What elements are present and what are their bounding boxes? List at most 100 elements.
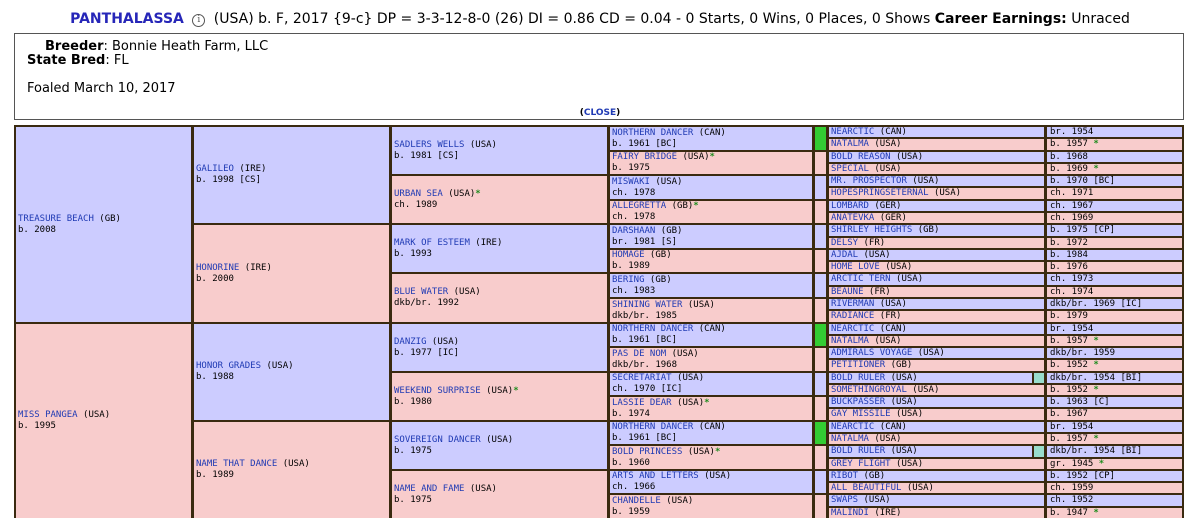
horse-link[interactable]: LASSIE DEAR bbox=[612, 398, 672, 408]
horse-link[interactable]: BERING bbox=[612, 275, 645, 285]
horse-link[interactable]: PAS DE NOM bbox=[612, 349, 666, 359]
close-link[interactable]: CLOSE bbox=[584, 108, 616, 118]
pedigree-gen5-cell: GAY MISSILE (USA) bbox=[829, 409, 1044, 420]
country-code: (USA) bbox=[874, 299, 907, 309]
horse-link[interactable]: BUCKPASSER bbox=[831, 397, 885, 407]
country-code: (USA) bbox=[480, 386, 514, 396]
horse-link[interactable]: BOLD PRINCESS bbox=[612, 447, 682, 457]
pedigree-gen4-cell: NORTHERN DANCER (CAN) b. 1961 [BC] bbox=[610, 324, 812, 346]
horse-link[interactable]: MISWAKI bbox=[612, 177, 650, 187]
horse-link[interactable]: ALL BEAUTIFUL bbox=[831, 483, 901, 493]
horse-link[interactable]: BOLD RULER bbox=[831, 373, 885, 383]
horse-link[interactable]: BEAUNE bbox=[831, 287, 864, 297]
pedigree-gen4-cell: SECRETARIAT (USA) ch. 1970 [IC] bbox=[610, 373, 812, 395]
horse-link[interactable]: NEARCTIC bbox=[831, 422, 874, 432]
horse-link[interactable]: GALILEO bbox=[196, 164, 234, 174]
horse-link[interactable]: NORTHERN DANCER bbox=[612, 422, 693, 432]
horse-link[interactable]: HONORINE bbox=[196, 263, 239, 273]
horse-foaling-info: ch. 1989 bbox=[394, 200, 438, 210]
horse-link[interactable]: SOMETHINGROYAL bbox=[831, 385, 907, 395]
horse-link[interactable]: SPECIAL bbox=[831, 164, 869, 174]
horse-link[interactable]: MISS PANGEA bbox=[18, 410, 78, 420]
horse-link[interactable]: CHANDELLE bbox=[612, 496, 661, 506]
star-icon: * bbox=[709, 152, 715, 162]
horse-link[interactable]: MARK OF ESTEEM bbox=[394, 238, 470, 248]
country-code: (USA) bbox=[890, 152, 924, 162]
horse-link[interactable]: BOLD REASON bbox=[831, 152, 891, 162]
pedigree-gen4-cell: CHANDELLE (USA) b. 1959 bbox=[610, 495, 812, 518]
horse-link[interactable]: BOLD RULER bbox=[831, 446, 885, 456]
foaling-year-cell: br. 1954 bbox=[1047, 324, 1182, 334]
pedigree-gen3-cell: MARK OF ESTEEM (IRE) b. 1993 bbox=[392, 225, 607, 272]
foaling-year: dkb/br. 1954 [BI] bbox=[1050, 373, 1143, 383]
country-code: (USA) bbox=[426, 337, 460, 347]
horse-link[interactable]: SHINING WATER bbox=[612, 300, 682, 310]
horse-name-link[interactable]: PANTHALASSA bbox=[70, 11, 184, 27]
horse-link[interactable]: BLUE WATER bbox=[394, 287, 448, 297]
horse-link[interactable]: DELSY bbox=[831, 238, 858, 248]
earnings-label: Career Earnings: bbox=[934, 11, 1067, 27]
horse-link[interactable]: PETITIONER bbox=[831, 360, 885, 370]
horse-link[interactable]: NAME THAT DANCE bbox=[196, 459, 277, 469]
horse-link[interactable]: SECRETARIAT bbox=[612, 373, 672, 383]
foaling-year-cell: b. 1970 [BC] bbox=[1047, 176, 1182, 186]
horse-link[interactable]: NEARCTIC bbox=[831, 324, 874, 334]
horse-link[interactable]: NORTHERN DANCER bbox=[612, 324, 693, 334]
pedigree-gen1-cell: MISS PANGEA (USA) b. 1995 bbox=[16, 324, 191, 518]
horse-link[interactable]: AJDAL bbox=[831, 250, 858, 260]
pedigree-gen5-cell: BOLD RULER (USA) bbox=[829, 373, 1032, 383]
horse-link[interactable]: ADMIRALS VOYAGE bbox=[831, 348, 912, 358]
horse-link[interactable]: ARCTIC TERN bbox=[831, 274, 891, 284]
horse-link[interactable]: NATALMA bbox=[831, 434, 869, 444]
foaling-year-cell: ch. 1971 bbox=[1047, 188, 1182, 199]
horse-link[interactable]: LOMBARD bbox=[831, 201, 869, 211]
horse-link[interactable]: HOPESPRINGSETERNAL bbox=[831, 188, 929, 198]
horse-link[interactable]: RIBOT bbox=[831, 471, 858, 481]
horse-link[interactable]: HOME LOVE bbox=[831, 262, 880, 272]
horse-link[interactable]: MALINDI bbox=[831, 508, 869, 518]
horse-link[interactable]: SHIRLEY HEIGHTS bbox=[831, 225, 912, 235]
pedigree-gen4-cell: DARSHAAN (GB) br. 1981 [S] bbox=[610, 225, 812, 248]
info-icon[interactable]: i bbox=[192, 14, 206, 27]
horse-link[interactable]: SADLERS WELLS bbox=[394, 140, 464, 150]
foaling-year-cell: dkb/br. 1954 [BI] bbox=[1047, 373, 1182, 383]
star-icon: * bbox=[1087, 164, 1099, 174]
horse-link[interactable]: MR. PROSPECTOR bbox=[831, 176, 907, 186]
horse-link[interactable]: NORTHERN DANCER bbox=[612, 128, 693, 138]
horse-link[interactable]: URBAN SEA bbox=[394, 189, 443, 199]
horse-link[interactable]: GAY MISSILE bbox=[831, 409, 891, 419]
horse-link[interactable]: ANATEVKA bbox=[831, 213, 874, 223]
horse-foaling-info: ch. 1970 [IC] bbox=[612, 384, 683, 394]
country-code: (FR) bbox=[874, 311, 902, 321]
horse-link[interactable]: TREASURE BEACH bbox=[18, 214, 94, 224]
horse-link[interactable]: HONOR GRADES bbox=[196, 361, 261, 371]
foaling-year-cell: b. 1952 * bbox=[1047, 385, 1182, 395]
horse-link[interactable]: NATALMA bbox=[831, 336, 869, 346]
horse-link[interactable]: HOMAGE bbox=[612, 250, 645, 260]
country-code: (USA) bbox=[890, 459, 924, 469]
horse-link[interactable]: NAME AND FAME bbox=[394, 484, 464, 494]
horse-link[interactable]: RIVERMAN bbox=[831, 299, 874, 309]
pedigree-gen5-cell: NATALMA (USA) bbox=[829, 336, 1044, 346]
foaling-year: br. 1954 bbox=[1050, 324, 1094, 334]
breeder-row: Breeder: Bonnie Heath Farm, LLC bbox=[45, 39, 268, 54]
horse-link[interactable]: ARTS AND LETTERS bbox=[612, 471, 699, 481]
foaling-year: ch. 1959 bbox=[1050, 483, 1094, 493]
foaling-year-cell: b. 1976 bbox=[1047, 262, 1182, 272]
horse-link[interactable]: ALLEGRETTA bbox=[612, 201, 666, 211]
horse-link[interactable]: SOVEREIGN DANCER bbox=[394, 435, 481, 445]
country-code: (CAN) bbox=[693, 422, 726, 432]
horse-link[interactable]: DARSHAAN bbox=[612, 226, 655, 236]
horse-foaling-info: b. 1989 bbox=[196, 470, 234, 480]
horse-link[interactable]: NEARCTIC bbox=[831, 127, 874, 137]
country-code: (IRE) bbox=[868, 508, 902, 518]
horse-link[interactable]: SWAPS bbox=[831, 495, 858, 505]
horse-link[interactable]: RADIANCE bbox=[831, 311, 874, 321]
horse-foaling-info: dkb/br. 1968 bbox=[612, 360, 678, 370]
star-icon: * bbox=[513, 386, 519, 396]
horse-link[interactable]: GREY FLIGHT bbox=[831, 459, 891, 469]
horse-link[interactable]: WEEKEND SURPRISE bbox=[394, 386, 481, 396]
horse-link[interactable]: NATALMA bbox=[831, 139, 869, 149]
horse-link[interactable]: DANZIG bbox=[394, 337, 427, 347]
horse-link[interactable]: FAIRY BRIDGE bbox=[612, 152, 677, 162]
